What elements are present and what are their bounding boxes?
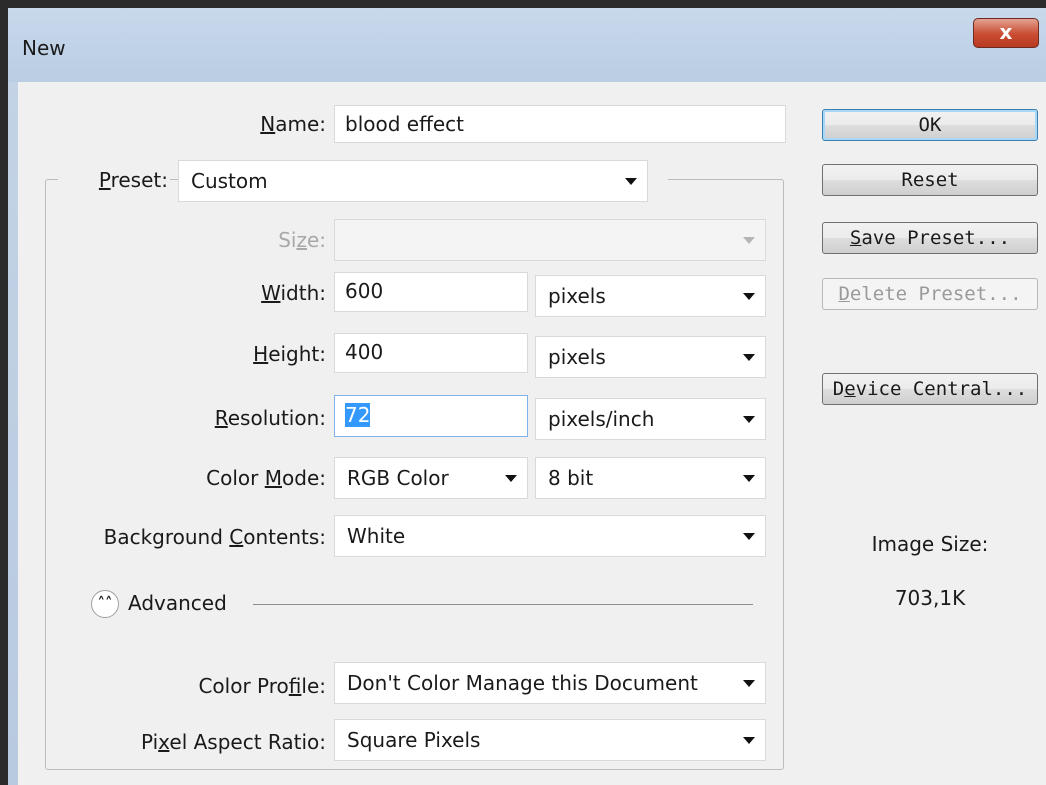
height-label: Height: [253,342,326,366]
resolution-value: 72 [345,403,371,427]
advanced-label: Advanced [128,591,227,615]
background-contents-dropdown[interactable]: White [334,515,766,557]
bit-depth-value: 8 bit [548,466,594,490]
color-profile-dropdown[interactable]: Don't Color Manage this Document [334,662,766,704]
color-mode-dropdown[interactable]: RGB Color [334,457,528,499]
chevron-down-icon [625,178,637,185]
preset-dropdown[interactable]: Custom [178,160,648,202]
width-label: Width: [261,281,326,305]
reset-button[interactable]: Reset [822,164,1038,196]
resolution-label: Resolution: [214,406,326,430]
advanced-divider [253,604,753,605]
ok-button[interactable]: OK [822,109,1038,141]
width-unit-dropdown[interactable]: pixels [535,275,766,317]
name-input[interactable]: blood effect [334,105,786,143]
chevron-down-icon [743,737,755,744]
chevron-down-icon [743,237,755,244]
color-profile-value: Don't Color Manage this Document [347,671,698,695]
background-contents-label: Background Contents: [103,525,326,549]
resolution-unit-dropdown[interactable]: pixels/inch [535,398,766,440]
color-profile-label: Color Profile: [198,674,326,698]
preset-value: Custom [191,169,268,193]
device-central-button[interactable]: Device Central... [822,373,1038,405]
pixel-aspect-ratio-label: Pixel Aspect Ratio: [140,730,326,754]
resolution-unit-value: pixels/inch [548,407,655,431]
chevron-down-icon [743,475,755,482]
chevron-down-icon [743,293,755,300]
height-unit-value: pixels [548,345,606,369]
chevron-down-icon [743,533,755,540]
resolution-input[interactable]: 72 [334,395,528,437]
pixel-aspect-ratio-dropdown[interactable]: Square Pixels [334,719,766,761]
chevron-down-icon [505,475,517,482]
dialog-body: Name: blood effect Preset: Custom Size: … [18,82,1046,785]
pixel-aspect-ratio-value: Square Pixels [347,728,481,752]
groupbox-gap [648,178,668,182]
chevron-down-icon [743,416,755,423]
height-input[interactable]: 400 [334,333,528,373]
size-dropdown[interactable] [334,219,766,261]
size-label: Size: [278,228,326,252]
image-size-label: Image Size: [871,532,989,556]
width-unit-value: pixels [548,284,606,308]
chevron-down-icon [743,354,755,361]
name-label: Name: [260,112,326,136]
color-mode-value: RGB Color [347,466,449,490]
width-input[interactable]: 600 [334,272,528,312]
close-icon: x [999,20,1013,44]
color-mode-label: Color Mode: [206,466,326,490]
title-bar[interactable]: New x [8,8,1046,82]
chevron-double-up-icon: ˄˄ [97,594,113,612]
height-unit-dropdown[interactable]: pixels [535,336,766,378]
chevron-down-icon [743,680,755,687]
new-document-dialog: New x Name: blood effect Preset: Custom … [8,8,1046,785]
delete-preset-button[interactable]: Delete Preset... [822,278,1038,310]
background-contents-value: White [347,524,406,548]
close-button[interactable]: x [973,18,1039,48]
image-size-value: 703,1K [894,586,966,610]
save-preset-button[interactable]: Save Preset... [822,222,1038,254]
preset-label: Preset: [58,168,170,192]
window-title: New [22,36,66,60]
advanced-toggle-button[interactable]: ˄˄ [91,590,119,618]
bit-depth-dropdown[interactable]: 8 bit [535,457,766,499]
